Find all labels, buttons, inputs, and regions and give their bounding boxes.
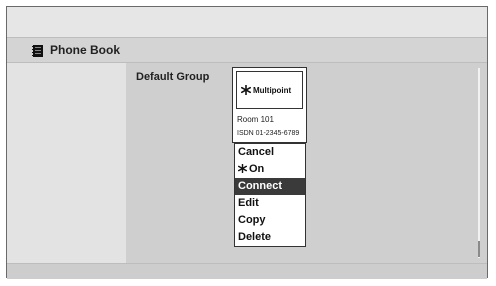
group-label: Default Group [136,71,210,83]
menu-item-label: Cancel [238,146,275,158]
menu-item-label: Delete [238,231,272,243]
menu-item-label: On [249,163,265,175]
phone-book-window: Phone Book Default Group Multipoint Room… [6,6,488,279]
menu-item-delete[interactable]: Delete [235,229,305,246]
status-bar [7,263,487,279]
phone-book-icon [32,45,43,57]
context-menu: Cancel On Connect Edit Copy Delete [234,143,306,247]
snowflake-icon [238,164,247,173]
menu-item-cancel[interactable]: Cancel [235,144,305,161]
title-bar: Phone Book [7,37,487,63]
menu-item-connect[interactable]: Connect [235,178,305,195]
contact-name-box: Multipoint [236,71,303,109]
contact-room: Room 101 [237,115,274,124]
left-pane [7,63,126,263]
contact-list-pane: Default Group Multipoint Room 101 ISDN 0… [126,63,487,263]
scrollbar-thumb[interactable] [478,241,480,257]
menu-item-label: Copy [238,214,266,226]
menu-item-edit[interactable]: Edit [235,195,305,212]
menu-item-label: Connect [238,180,282,192]
contact-name: Multipoint [253,86,292,95]
contact-isdn: ISDN 01-2345-6789 [237,130,300,137]
contact-card[interactable]: Multipoint Room 101 ISDN 01-2345-6789 [232,67,307,143]
menu-item-label: Edit [238,197,259,209]
scrollbar[interactable] [478,68,480,258]
menu-item-copy[interactable]: Copy [235,212,305,229]
menu-item-on[interactable]: On [235,161,305,178]
page-title: Phone Book [50,43,121,57]
snowflake-icon [241,85,251,95]
